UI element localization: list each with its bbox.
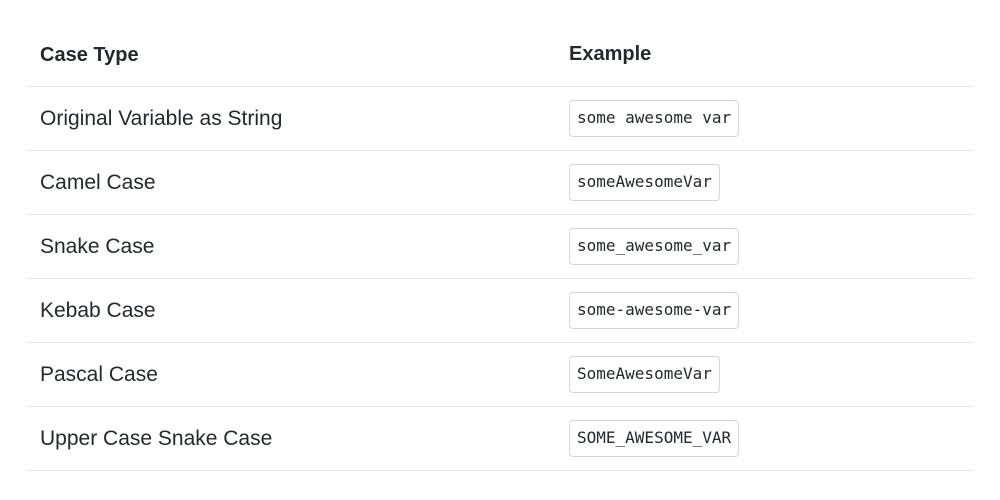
example-cell: SOME_AWESOME_VAR [569, 420, 974, 457]
example-code: SOME_AWESOME_VAR [569, 420, 740, 457]
table-row: Original Variable as String some awesome… [26, 87, 974, 151]
table-row: Kebab Case some-awesome-var [26, 279, 974, 343]
case-type-cell: Pascal Case [40, 363, 158, 386]
example-cell: some_awesome_var [569, 228, 974, 265]
example-cell: some-awesome-var [569, 292, 974, 329]
example-code: someAwesomeVar [569, 164, 720, 201]
example-code: SomeAwesomeVar [569, 356, 720, 393]
case-type-cell: Upper Case Snake Case [40, 427, 273, 450]
example-code: some awesome var [569, 100, 740, 137]
table-row: Pascal Case SomeAwesomeVar [26, 343, 974, 407]
example-cell: SomeAwesomeVar [569, 356, 974, 393]
example-cell: someAwesomeVar [569, 164, 974, 201]
example-code: some_awesome_var [569, 228, 740, 265]
case-type-cell: Snake Case [40, 235, 155, 258]
case-type-cell: Camel Case [40, 171, 156, 194]
header-example: Example [569, 43, 652, 65]
header-case-type: Case Type [40, 43, 139, 66]
table-row: Upper Case Snake Case SOME_AWESOME_VAR [26, 407, 974, 471]
table-row: Camel Case someAwesomeVar [26, 151, 974, 215]
case-type-table: Case Type Example Original Variable as S… [26, 23, 974, 471]
example-cell: some awesome var [569, 100, 974, 137]
case-type-cell: Original Variable as String [40, 107, 283, 130]
table-header-row: Case Type Example [26, 23, 974, 87]
example-code: some-awesome-var [569, 292, 740, 329]
table-row: Snake Case some_awesome_var [26, 215, 974, 279]
case-type-cell: Kebab Case [40, 299, 156, 322]
